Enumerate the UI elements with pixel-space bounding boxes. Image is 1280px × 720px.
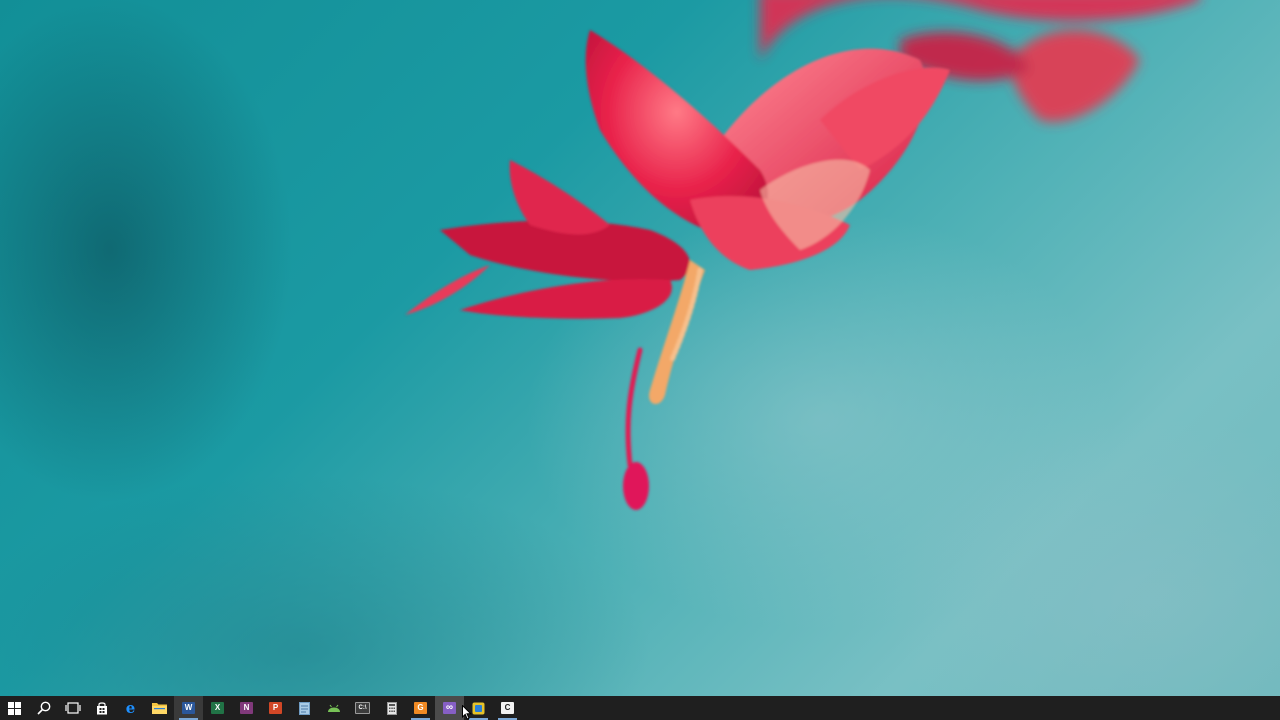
app-c-button[interactable]: C bbox=[493, 696, 522, 720]
excel-button[interactable]: X bbox=[203, 696, 232, 720]
search-button[interactable] bbox=[29, 696, 58, 720]
word-icon: W bbox=[182, 702, 195, 714]
word-button[interactable]: W bbox=[174, 696, 203, 720]
visual-studio-icon: ∞ bbox=[443, 702, 456, 714]
desktop-wallpaper bbox=[0, 0, 1280, 696]
notepad-button[interactable] bbox=[290, 696, 319, 720]
powerpoint-icon: P bbox=[269, 702, 282, 714]
c-app-icon: C bbox=[501, 702, 514, 714]
onenote-button[interactable]: N bbox=[232, 696, 261, 720]
android-icon bbox=[327, 704, 340, 712]
search-icon bbox=[36, 701, 50, 715]
calculator-button[interactable] bbox=[377, 696, 406, 720]
powerpoint-button[interactable]: P bbox=[261, 696, 290, 720]
store-bag-icon bbox=[96, 701, 107, 714]
edge-icon: e bbox=[125, 698, 136, 717]
onenote-icon: N bbox=[240, 702, 253, 714]
mouse-cursor-icon bbox=[462, 705, 472, 720]
store-button[interactable] bbox=[87, 696, 116, 720]
flower-wallpaper-image bbox=[405, 0, 1200, 510]
file-explorer-button[interactable] bbox=[145, 696, 174, 720]
app-g-button[interactable]: G bbox=[406, 696, 435, 720]
task-view-button[interactable] bbox=[58, 696, 87, 720]
start-button[interactable] bbox=[0, 696, 29, 720]
terminal-icon: C:\ bbox=[355, 702, 370, 714]
windows-logo-icon bbox=[8, 701, 21, 715]
folder-icon bbox=[152, 703, 167, 714]
edge-button[interactable]: e bbox=[116, 696, 145, 720]
taskbar: e W X N P C:\ G ∞ C bbox=[0, 696, 1280, 720]
command-prompt-button[interactable]: C:\ bbox=[348, 696, 377, 720]
calculator-icon bbox=[386, 701, 397, 715]
excel-icon: X bbox=[211, 702, 224, 714]
android-button[interactable] bbox=[319, 696, 348, 720]
yellow-app-icon bbox=[472, 702, 485, 714]
orange-app-icon: G bbox=[414, 702, 427, 714]
notepad-icon bbox=[299, 701, 310, 715]
task-view-icon bbox=[64, 702, 81, 714]
visual-studio-button[interactable]: ∞ bbox=[435, 696, 464, 720]
